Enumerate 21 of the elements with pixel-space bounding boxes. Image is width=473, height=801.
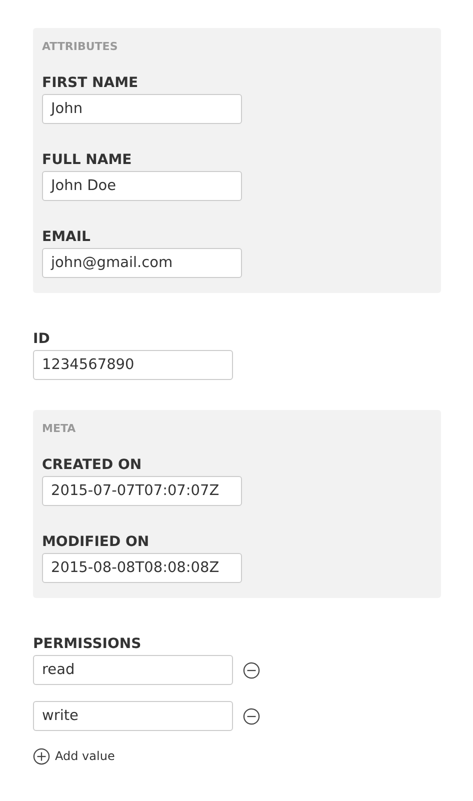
field-label: FIRST NAME (42, 75, 138, 91)
field-label: ID (33, 331, 50, 347)
add-value-button[interactable]: Add value (33, 747, 115, 765)
add-icon[interactable] (33, 748, 50, 764)
input-field[interactable]: write (33, 701, 233, 731)
input-field[interactable]: 2015-08-08T08:08:08Z (42, 553, 242, 583)
input-field[interactable]: read (33, 655, 233, 685)
field-label: MODIFIED ON (42, 534, 150, 550)
field-label: EMAIL (42, 229, 90, 245)
input-field[interactable]: 1234567890 (33, 350, 233, 380)
field-label: CREATED ON (42, 457, 142, 473)
remove-icon[interactable] (243, 708, 260, 724)
section-title: META (42, 422, 77, 436)
field-label: PERMISSIONS (33, 636, 142, 652)
section-title: ATTRIBUTES (42, 40, 119, 54)
remove-icon[interactable] (243, 662, 260, 678)
input-field[interactable]: John Doe (42, 171, 242, 201)
input-field[interactable]: John (42, 94, 242, 124)
input-field[interactable]: 2015-07-07T07:07:07Z (42, 476, 242, 506)
field-label: FULL NAME (42, 152, 132, 168)
input-field[interactable]: john@gmail.com (42, 248, 242, 278)
